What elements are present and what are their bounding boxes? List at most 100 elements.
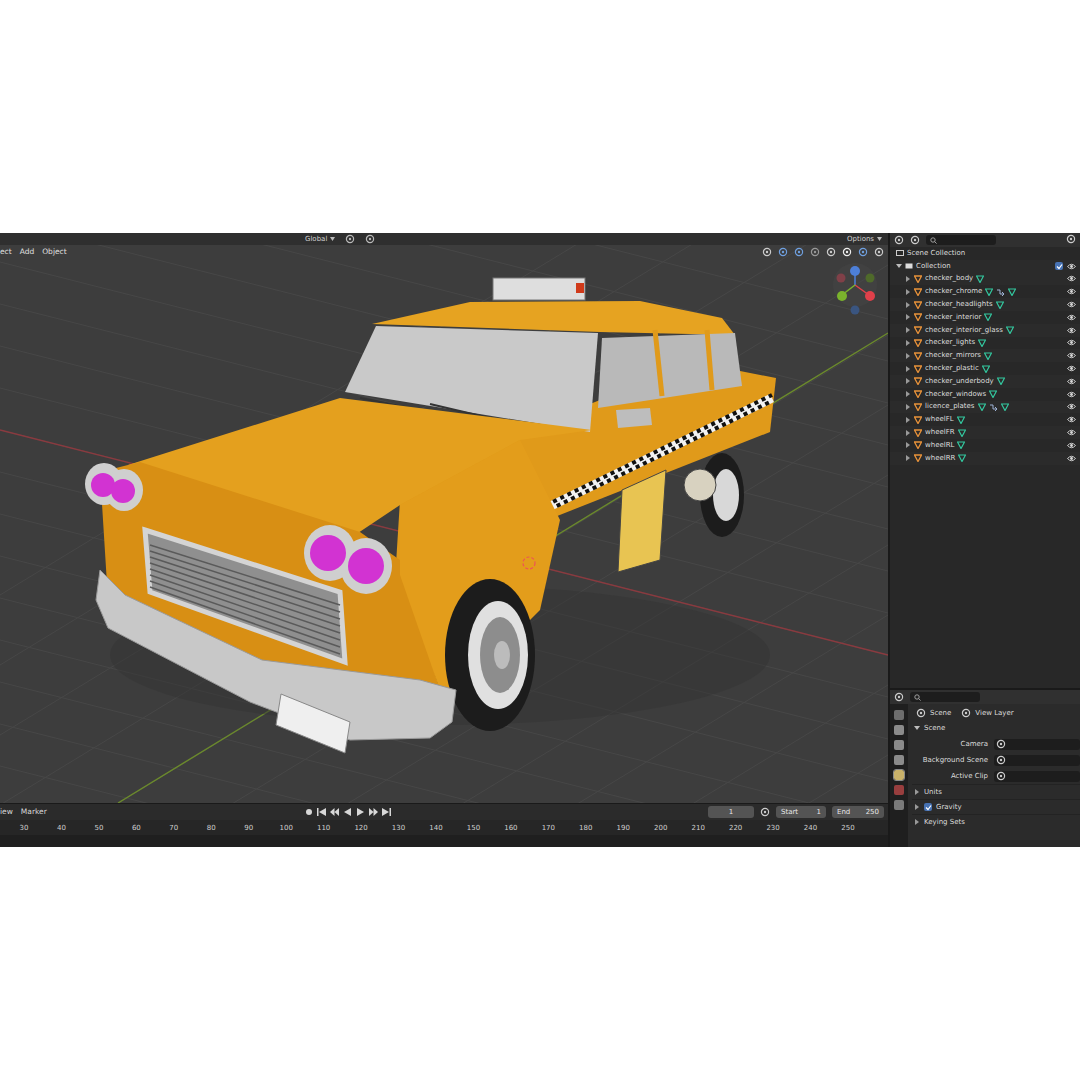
material-shading-icon[interactable] bbox=[858, 247, 868, 257]
outliner-search[interactable] bbox=[926, 235, 996, 245]
world-tab-icon[interactable] bbox=[894, 785, 904, 795]
mesh-data-icon[interactable] bbox=[1001, 403, 1009, 411]
property-field[interactable] bbox=[994, 755, 1080, 766]
outliner-row[interactable]: checker_headlights bbox=[890, 298, 1080, 311]
outliner-row[interactable]: checker_lights bbox=[890, 337, 1080, 350]
outliner-row[interactable]: checker_chrome bbox=[890, 285, 1080, 298]
xray-icon[interactable] bbox=[810, 247, 820, 257]
mesh-data-icon[interactable] bbox=[978, 403, 986, 411]
panel-checkbox[interactable] bbox=[924, 803, 932, 811]
eye-icon[interactable] bbox=[1067, 391, 1076, 398]
end-frame-field[interactable]: End250 bbox=[832, 806, 884, 818]
expand-arrow-icon[interactable] bbox=[905, 353, 911, 359]
mesh-data-icon[interactable] bbox=[976, 275, 984, 283]
outliner-row[interactable]: wheelRL bbox=[890, 439, 1080, 452]
jump-end-icon[interactable] bbox=[382, 808, 391, 816]
wireframe-shading-icon[interactable] bbox=[826, 247, 836, 257]
gizmo-icon[interactable] bbox=[778, 247, 788, 257]
render-tab-icon[interactable] bbox=[894, 725, 904, 735]
eye-icon[interactable] bbox=[1067, 263, 1076, 270]
scene-tab-icon[interactable] bbox=[894, 770, 904, 780]
output-tab-icon[interactable] bbox=[894, 740, 904, 750]
outliner-row[interactable]: wheelRR bbox=[890, 452, 1080, 465]
eye-icon[interactable] bbox=[1067, 365, 1076, 372]
expand-arrow-icon[interactable] bbox=[914, 804, 920, 810]
rendered-shading-icon[interactable] bbox=[874, 247, 884, 257]
expand-arrow-icon[interactable] bbox=[905, 327, 911, 333]
eye-icon[interactable] bbox=[1067, 352, 1076, 359]
eye-icon[interactable] bbox=[1067, 275, 1076, 282]
viewport-menu-item[interactable]: ect bbox=[0, 248, 12, 256]
eye-icon[interactable] bbox=[1067, 455, 1076, 462]
expand-arrow-icon[interactable] bbox=[896, 263, 902, 269]
editor-type-icon[interactable] bbox=[894, 235, 904, 245]
eye-icon[interactable] bbox=[1067, 378, 1076, 385]
modifier-icon[interactable] bbox=[989, 403, 998, 411]
mesh-data-icon[interactable] bbox=[984, 352, 992, 360]
mesh-data-icon[interactable] bbox=[957, 441, 965, 449]
collection-tab-icon[interactable] bbox=[894, 800, 904, 810]
modifier-icon[interactable] bbox=[996, 288, 1005, 296]
mesh-data-icon[interactable] bbox=[958, 429, 966, 437]
eye-icon[interactable] bbox=[1067, 339, 1076, 346]
mesh-data-icon[interactable] bbox=[1008, 288, 1016, 296]
outliner-row[interactable]: checker_windows bbox=[890, 388, 1080, 401]
context-icon[interactable] bbox=[961, 708, 971, 718]
filter-icon[interactable] bbox=[1066, 234, 1076, 244]
solid-shading-icon[interactable] bbox=[842, 247, 852, 257]
property-field[interactable] bbox=[994, 739, 1080, 750]
expand-arrow-icon[interactable] bbox=[905, 417, 911, 423]
viewport-menu-item[interactable]: Add bbox=[20, 248, 35, 256]
expand-arrow-icon[interactable] bbox=[905, 314, 911, 320]
datablock-icon[interactable] bbox=[996, 739, 1006, 749]
expand-arrow-icon[interactable] bbox=[905, 289, 911, 295]
panel-header[interactable]: Units bbox=[912, 784, 1080, 799]
viewport-canvas[interactable] bbox=[0, 245, 888, 803]
frame-ruler[interactable]: 3040506070809010011012013014015016017018… bbox=[0, 820, 888, 835]
next-keyframe-icon[interactable] bbox=[369, 808, 378, 816]
outliner-row[interactable]: checker_mirrors bbox=[890, 349, 1080, 362]
mesh-data-icon[interactable] bbox=[985, 288, 993, 296]
expand-arrow-icon[interactable] bbox=[905, 430, 911, 436]
timeline-area[interactable] bbox=[0, 835, 888, 847]
start-frame-field[interactable]: Start1 bbox=[776, 806, 826, 818]
expand-arrow-icon[interactable] bbox=[905, 455, 911, 461]
3d-viewport[interactable]: ect Add Object bbox=[0, 245, 888, 803]
panel-header[interactable]: Gravity bbox=[912, 799, 1080, 814]
outliner-row[interactable]: checker_interior_glass bbox=[890, 324, 1080, 337]
viewport-menu-item[interactable]: Object bbox=[42, 248, 66, 256]
collection-checkbox[interactable] bbox=[1055, 262, 1063, 270]
eye-icon[interactable] bbox=[1067, 442, 1076, 449]
check-icon[interactable] bbox=[925, 804, 932, 811]
eye-icon[interactable] bbox=[1067, 403, 1076, 410]
mesh-data-icon[interactable] bbox=[958, 454, 966, 462]
dropdown-arrow-icon[interactable] bbox=[877, 237, 882, 241]
expand-arrow-icon[interactable] bbox=[905, 442, 911, 448]
mesh-data-icon[interactable] bbox=[984, 313, 992, 321]
mesh-data-icon[interactable] bbox=[978, 339, 986, 347]
play-reverse-icon[interactable] bbox=[343, 808, 352, 816]
clock-icon[interactable] bbox=[760, 807, 770, 817]
eye-icon[interactable] bbox=[1067, 429, 1076, 436]
expand-arrow-icon[interactable] bbox=[905, 366, 911, 372]
outliner-row[interactable]: checker_body bbox=[890, 273, 1080, 286]
eye-icon[interactable] bbox=[1067, 301, 1076, 308]
view-layer-tab-icon[interactable] bbox=[894, 755, 904, 765]
check-icon[interactable] bbox=[1056, 263, 1063, 270]
properties-search[interactable] bbox=[910, 692, 980, 702]
record-icon[interactable] bbox=[305, 808, 313, 816]
eye-icon[interactable] bbox=[1067, 288, 1076, 295]
mesh-data-icon[interactable] bbox=[996, 301, 1004, 309]
eye-icon[interactable] bbox=[1067, 314, 1076, 321]
jump-start-icon[interactable] bbox=[317, 808, 326, 816]
outliner-row[interactable]: Scene Collection bbox=[890, 247, 1080, 260]
outliner-row[interactable]: checker_interior bbox=[890, 311, 1080, 324]
outliner-row[interactable]: Collection bbox=[890, 260, 1080, 273]
orientation-dropdown[interactable]: Global bbox=[305, 236, 335, 243]
prev-keyframe-icon[interactable] bbox=[330, 808, 339, 816]
mesh-data-icon[interactable] bbox=[989, 390, 997, 398]
mesh-data-icon[interactable] bbox=[957, 416, 965, 424]
datablock-icon[interactable] bbox=[996, 771, 1006, 781]
eye-icon[interactable] bbox=[1067, 416, 1076, 423]
tool-tab-icon[interactable] bbox=[894, 710, 904, 720]
